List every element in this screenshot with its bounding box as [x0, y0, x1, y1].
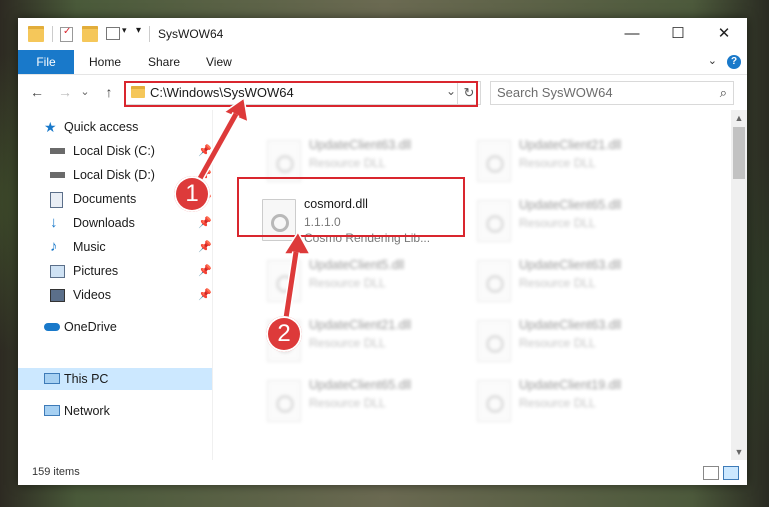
arrow-2 — [282, 230, 312, 255]
annotation-arrows — [194, 96, 312, 319]
step-1-badge: 1 — [174, 176, 210, 212]
arrow-1-shaft — [195, 112, 239, 184]
step-2-badge: 2 — [266, 316, 302, 352]
